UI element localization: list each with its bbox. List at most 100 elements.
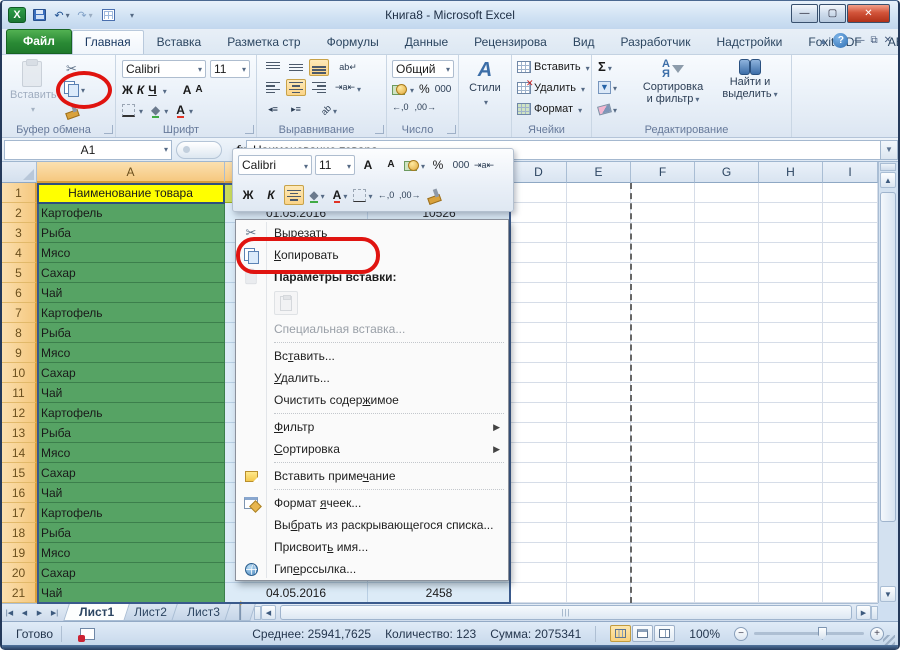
cell-F3[interactable] [631,223,695,243]
number-format-combo[interactable]: Общий [392,60,454,78]
row-header-4[interactable]: 4 [2,243,37,263]
cell-I15[interactable] [823,463,878,483]
cell-E10[interactable] [567,363,631,383]
shrink-font-button[interactable]: А [195,84,202,96]
mini-bold-button[interactable]: Ж [238,185,258,205]
workbook-restore-icon[interactable]: ⧉ [870,35,877,46]
cell-I12[interactable] [823,403,878,423]
increase-decimal-button[interactable]: ←,0 [392,102,409,112]
column-header-D[interactable]: D [511,162,567,183]
name-box-dropdown[interactable]: ▾ [164,145,168,154]
italic-button[interactable]: К [137,84,144,96]
close-button[interactable]: ✕ [847,4,890,23]
tab-рецензирова[interactable]: Рецензирова [461,30,560,54]
vertical-scrollbar[interactable]: ▲ ▼ [878,162,896,603]
save-button[interactable] [29,6,49,24]
cell-B21[interactable]: 04.05.2016 [225,583,368,603]
cell-G10[interactable] [695,363,759,383]
vertical-scroll-thumb[interactable] [880,192,896,522]
row-header-19[interactable]: 19 [2,543,37,563]
cell-H6[interactable] [759,283,823,303]
merge-dropdown[interactable] [355,81,361,95]
paste-option-button[interactable] [274,291,298,315]
cell-G1[interactable] [695,183,759,203]
cell-E14[interactable] [567,443,631,463]
cell-H4[interactable] [759,243,823,263]
row-header-6[interactable]: 6 [2,283,37,303]
styles-button[interactable]: А Стили [466,59,504,108]
qat-overflow-button[interactable] [121,6,141,24]
cell-A1[interactable]: Наименование товара [37,183,225,203]
cell-F6[interactable] [631,283,695,303]
cell-D1[interactable] [511,183,567,203]
prev-sheet-button[interactable]: ◀ [17,604,32,621]
scroll-down-button[interactable]: ▼ [880,586,896,602]
cell-H16[interactable] [759,483,823,503]
cell-G7[interactable] [695,303,759,323]
row-header-7[interactable]: 7 [2,303,37,323]
workbook-close-icon[interactable]: ✕ [884,35,892,46]
cell-F4[interactable] [631,243,695,263]
tab-файл[interactable]: Файл [6,29,72,54]
cell-F12[interactable] [631,403,695,423]
cell-E5[interactable] [567,263,631,283]
cell-G3[interactable] [695,223,759,243]
cell-I17[interactable] [823,503,878,523]
cell-G9[interactable] [695,343,759,363]
cell-G6[interactable] [695,283,759,303]
cell-G15[interactable] [695,463,759,483]
align-middle-button[interactable] [286,59,306,76]
row-header-12[interactable]: 12 [2,403,37,423]
cell-G2[interactable] [695,203,759,223]
cell-F11[interactable] [631,383,695,403]
percent-style-button[interactable]: % [419,82,430,96]
cell-A20[interactable]: Сахар [37,563,225,583]
zoom-level[interactable]: 100% [689,627,720,641]
cell-I5[interactable] [823,263,878,283]
vertical-split-handle[interactable] [880,163,896,171]
cell-A9[interactable]: Мясо [37,343,225,363]
cell-G17[interactable] [695,503,759,523]
mini-accounting-button[interactable] [404,155,425,175]
cell-I11[interactable] [823,383,878,403]
cell-H2[interactable] [759,203,823,223]
cell-G19[interactable] [695,543,759,563]
row-header-10[interactable]: 10 [2,363,37,383]
cell-F14[interactable] [631,443,695,463]
cell-E8[interactable] [567,323,631,343]
underline-button[interactable]: Ч [148,84,156,96]
cell-A2[interactable]: Картофель [37,203,225,223]
row-header-13[interactable]: 13 [2,423,37,443]
cell-I21[interactable] [823,583,878,603]
cell-E15[interactable] [567,463,631,483]
minimize-button[interactable]: — [791,4,818,23]
row-header-17[interactable]: 17 [2,503,37,523]
cell-E13[interactable] [567,423,631,443]
comma-style-button[interactable]: 000 [435,84,452,95]
cell-D14[interactable] [511,443,567,463]
minimize-ribbon-icon[interactable]: ▲ [819,36,828,46]
menu-item-вырезать[interactable]: ✂Вырезать [236,222,508,244]
cell-D12[interactable] [511,403,567,423]
tab-вид[interactable]: Вид [560,30,608,54]
row-header-3[interactable]: 3 [2,223,37,243]
cell-F7[interactable] [631,303,695,323]
cell-A19[interactable]: Мясо [37,543,225,563]
cell-I13[interactable] [823,423,878,443]
cell-H18[interactable] [759,523,823,543]
autosum-button[interactable]: Σ [598,59,612,74]
row-header-16[interactable]: 16 [2,483,37,503]
font-dialog-launcher[interactable] [245,125,254,134]
help-icon[interactable]: ? [833,33,848,48]
mini-comma-button[interactable]: 000 [451,155,471,175]
cell-H8[interactable] [759,323,823,343]
select-all-corner[interactable] [2,162,37,183]
tab-разметка-стр[interactable]: Разметка стр [214,30,313,54]
cell-A12[interactable]: Картофель [37,403,225,423]
cell-D17[interactable] [511,503,567,523]
horizontal-scroll-thumb[interactable]: ||| [280,605,852,620]
cell-D7[interactable] [511,303,567,323]
cell-I8[interactable] [823,323,878,343]
font-size-combo[interactable]: 11 [210,60,250,78]
cell-H10[interactable] [759,363,823,383]
